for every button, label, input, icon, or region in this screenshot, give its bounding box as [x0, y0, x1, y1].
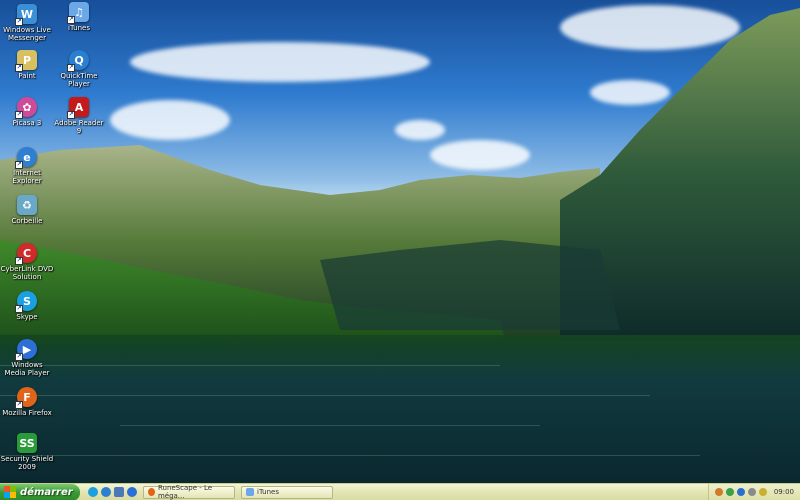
media-player-icon: ▶ ↗ — [15, 339, 37, 361]
desktop-icon-paint[interactable]: P ↗ Paint — [2, 50, 52, 80]
itunes-icon — [246, 488, 254, 496]
security-shield-icon: SS — [17, 433, 37, 453]
taskbar-button-itunes[interactable]: iTunes — [241, 485, 333, 499]
tray-icon[interactable] — [747, 488, 756, 496]
icon-label: Windows Media Player — [4, 361, 50, 377]
desktop-icon-quicktime[interactable]: Q ↗ QuickTime Player — [52, 50, 106, 88]
task-label: iTunes — [257, 488, 279, 496]
desktop-icon-adobe-reader[interactable]: A ↗ Adobe Reader 9 — [52, 97, 106, 135]
desktop-icon-skype[interactable]: S ↗ Skype — [2, 291, 52, 321]
start-label: démarrer — [20, 486, 73, 498]
firefox-icon: F ↗ — [15, 387, 37, 409]
icon-label: Mozilla Firefox — [2, 409, 52, 417]
desktop-icon-security-shield[interactable]: SS Security Shield 2009 — [0, 433, 54, 471]
tray-icon[interactable] — [725, 488, 734, 496]
water-ripple — [0, 455, 700, 456]
icon-label: Skype — [16, 313, 38, 321]
messenger-icon: W ↗ — [15, 4, 37, 26]
icon-label: Corbeille — [11, 217, 43, 225]
desktop-icon-cyberlink[interactable]: C ↗ CyberLink DVD Solution — [0, 243, 54, 281]
desktop-icon-picasa[interactable]: ✿ ↗ Picasa 3 — [2, 97, 52, 127]
quick-launch — [88, 487, 137, 497]
show-desktop-icon[interactable] — [114, 487, 124, 497]
tray-icon[interactable] — [736, 488, 745, 496]
water-ripple — [120, 425, 540, 426]
icon-label: QuickTime Player — [60, 72, 98, 88]
icon-label: CyberLink DVD Solution — [0, 265, 54, 281]
icon-label: Paint — [18, 72, 36, 80]
cyberlink-icon: C ↗ — [15, 243, 37, 265]
icon-label: Security Shield 2009 — [0, 455, 54, 471]
quicktime-icon: Q ↗ — [67, 50, 89, 72]
tray-icon[interactable] — [758, 488, 767, 496]
desktop-icon-firefox[interactable]: F ↗ Mozilla Firefox — [2, 387, 52, 417]
desktop-icon-messenger[interactable]: W ↗ Windows Live Messenger — [2, 4, 52, 42]
skype-icon: S ↗ — [15, 291, 37, 313]
water-ripple — [0, 365, 500, 366]
desktop-icon-itunes[interactable]: ♫ ↗ iTunes — [52, 2, 106, 32]
desktop-icon-media-player[interactable]: ▶ ↗ Windows Media Player — [2, 339, 52, 377]
adobe-reader-icon: A ↗ — [67, 97, 89, 119]
recycle-bin-icon: ♻ — [17, 195, 37, 215]
icon-label: iTunes — [68, 24, 90, 32]
icon-label: Internet Explorer — [12, 169, 42, 185]
internet-explorer-icon[interactable] — [101, 487, 111, 497]
picasa-icon: ✿ ↗ — [15, 97, 37, 119]
lake-water — [0, 335, 800, 483]
media-player-icon[interactable] — [127, 487, 137, 497]
skype-icon[interactable] — [88, 487, 98, 497]
internet-explorer-icon: e ↗ — [15, 147, 37, 169]
windows-logo-icon — [4, 486, 16, 498]
desktop-icon-recycle-bin[interactable]: ♻ Corbeille — [2, 195, 52, 225]
firefox-icon — [148, 488, 155, 496]
start-button[interactable]: démarrer — [0, 483, 80, 500]
paint-icon: P ↗ — [15, 50, 37, 72]
tray-icon[interactable] — [714, 488, 723, 496]
icon-label: Adobe Reader 9 — [54, 119, 104, 135]
desktop[interactable]: W ↗ Windows Live Messenger P ↗ Paint ✿ ↗ Pi… — [0, 0, 800, 483]
icon-label: Picasa 3 — [12, 119, 42, 127]
itunes-icon: ♫ ↗ — [67, 2, 89, 24]
clock[interactable]: 09:00 — [774, 488, 794, 496]
taskbar-button-runescape[interactable]: RuneScape - Le méga... — [143, 484, 235, 500]
taskbar: démarrer RuneScape - Le méga... iTunes 0… — [0, 483, 800, 500]
desktop-icon-internet-explorer[interactable]: e ↗ Internet Explorer — [2, 147, 52, 185]
icon-label: Windows Live Messenger — [3, 26, 51, 42]
task-label: RuneScape - Le méga... — [157, 484, 213, 500]
water-ripple — [0, 395, 650, 396]
system-tray: 09:00 — [707, 483, 800, 500]
